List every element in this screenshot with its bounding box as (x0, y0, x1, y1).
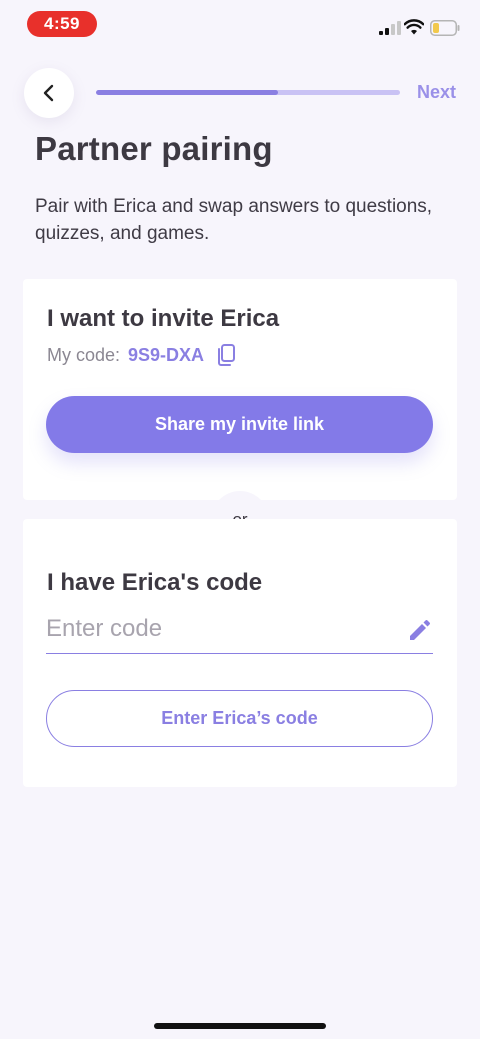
home-indicator (154, 1023, 326, 1029)
my-code-label: My code: (47, 344, 121, 365)
invite-card-title: I want to invite Erica (47, 305, 280, 332)
my-code-row: My code: 9S9-DXA (47, 343, 236, 367)
copy-icon[interactable] (216, 343, 236, 367)
status-time[interactable]: 4:59 (27, 11, 97, 37)
battery-icon (430, 20, 460, 36)
page-subtitle: Pair with Erica and swap answers to ques… (35, 196, 433, 244)
progress-bar (96, 90, 400, 95)
enter-code-card: I have Erica's code Enter Erica’s code (23, 519, 457, 787)
next-button[interactable]: Next (417, 82, 456, 103)
page-title: Partner pairing (35, 130, 273, 167)
code-input[interactable] (46, 609, 396, 649)
signal-icon (379, 21, 401, 35)
pencil-icon[interactable] (407, 619, 431, 643)
chevron-left-icon (43, 84, 54, 102)
code-input-container (46, 609, 433, 654)
enter-code-button[interactable]: Enter Erica’s code (46, 690, 433, 747)
invite-card: I want to invite Erica My code: 9S9-DXA … (23, 279, 457, 500)
wifi-icon (404, 19, 424, 35)
progress-fill (96, 90, 279, 95)
enter-code-card-title: I have Erica's code (47, 569, 263, 596)
back-button[interactable] (24, 68, 74, 118)
my-code-value: 9S9-DXA (128, 344, 205, 365)
share-invite-link-button[interactable]: Share my invite link (46, 396, 433, 453)
status-bar: 4:59 (0, 0, 480, 48)
